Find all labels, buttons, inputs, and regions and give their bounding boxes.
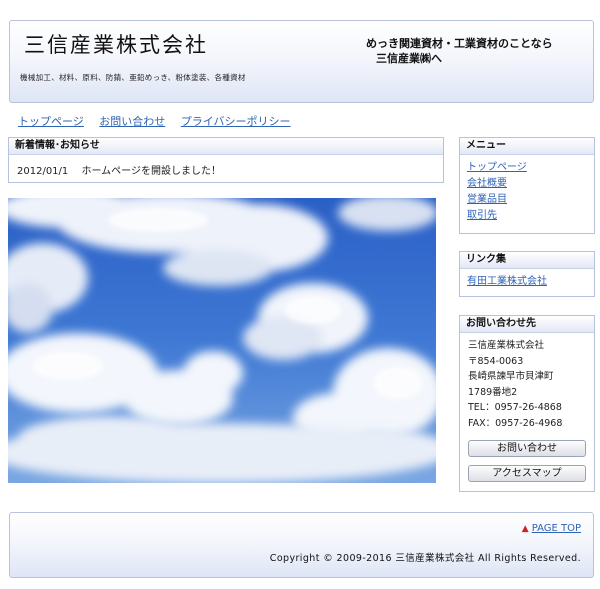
page-top-link-wrap: ▲ PAGE TOP xyxy=(522,523,581,534)
news-text: ホームページを開設しました！ xyxy=(81,166,221,177)
header-tagline-line1: めっき関連資材・工業資材のことなら xyxy=(366,37,553,50)
header-tagline: めっき関連資材・工業資材のことなら 三信産業㈱へ xyxy=(366,36,553,66)
site-footer: ▲ PAGE TOP Copyright © 2009-2016 三信産業株式会社… xyxy=(9,512,594,578)
site-header: 三信産業株式会社 機械加工、材料、原料、防錆、亜鉛めっき、粉体塗装、各種資材 め… xyxy=(9,20,594,103)
contact-postal: 〒854-0063 xyxy=(468,355,524,367)
nav-link-inquiry[interactable]: お問い合わせ xyxy=(99,115,165,128)
sidebar-item-top[interactable]: トップページ xyxy=(467,160,594,176)
inquiry-button[interactable]: お問い合わせ xyxy=(468,440,586,457)
contact-address-1: 長崎県諫早市貝津町 xyxy=(468,371,554,382)
news-box: 新着情報･お知らせ 2012/01/1 ホームページを開設しました！ xyxy=(8,137,444,183)
contact-fax: FAX：0957-26-4968 xyxy=(468,417,563,429)
news-date: 2012/01/1 xyxy=(17,166,69,177)
contact-tel: TEL：0957-26-4868 xyxy=(468,402,562,413)
header-subtitle: 機械加工、材料、原料、防錆、亜鉛めっき、粉体塗装、各種資材 xyxy=(20,73,246,82)
sidebar-contact-title: お問い合わせ先 xyxy=(460,316,594,333)
header-tagline-line2: 三信産業㈱へ xyxy=(376,52,442,65)
sidebar-links: リンク集 有田工業株式会社 xyxy=(459,251,595,297)
sidebar-menu: メニュー トップページ 会社概要 営業品目 取引先 xyxy=(459,137,595,234)
copyright: Copyright © 2009-2016 三信産業株式会社 All Right… xyxy=(269,553,581,564)
triangle-up-icon: ▲ xyxy=(521,524,529,534)
access-map-button[interactable]: アクセスマップ xyxy=(468,465,586,482)
sky-clouds-image xyxy=(8,198,436,483)
sidebar-item-products[interactable]: 営業品目 xyxy=(467,192,594,208)
news-item: 2012/01/1 ホームページを開設しました！ xyxy=(9,155,443,177)
news-title: 新着情報･お知らせ xyxy=(9,138,443,155)
site-logo[interactable]: 三信産業株式会社 xyxy=(24,29,208,59)
top-navigation: トップページ お問い合わせ プライバシーポリシー xyxy=(18,113,303,129)
contact-address-2: 1789番地2 xyxy=(468,386,518,398)
sidebar-item-clients[interactable]: 取引先 xyxy=(467,208,594,224)
sidebar-item-company[interactable]: 会社概要 xyxy=(467,176,594,192)
nav-link-top[interactable]: トップページ xyxy=(18,115,84,128)
sidebar-links-title: リンク集 xyxy=(460,252,594,269)
contact-company: 三信産業株式会社 xyxy=(468,340,545,351)
sidebar-link-arita[interactable]: 有田工業株式会社 xyxy=(467,274,594,290)
nav-link-privacy[interactable]: プライバシーポリシー xyxy=(181,115,291,128)
hero-image xyxy=(8,198,436,483)
page-top-link[interactable]: PAGE TOP xyxy=(532,523,581,534)
sidebar-contact: お問い合わせ先 三信産業株式会社 〒854-0063 長崎県諫早市貝津町 178… xyxy=(459,315,595,492)
sidebar-menu-title: メニュー xyxy=(460,138,594,155)
